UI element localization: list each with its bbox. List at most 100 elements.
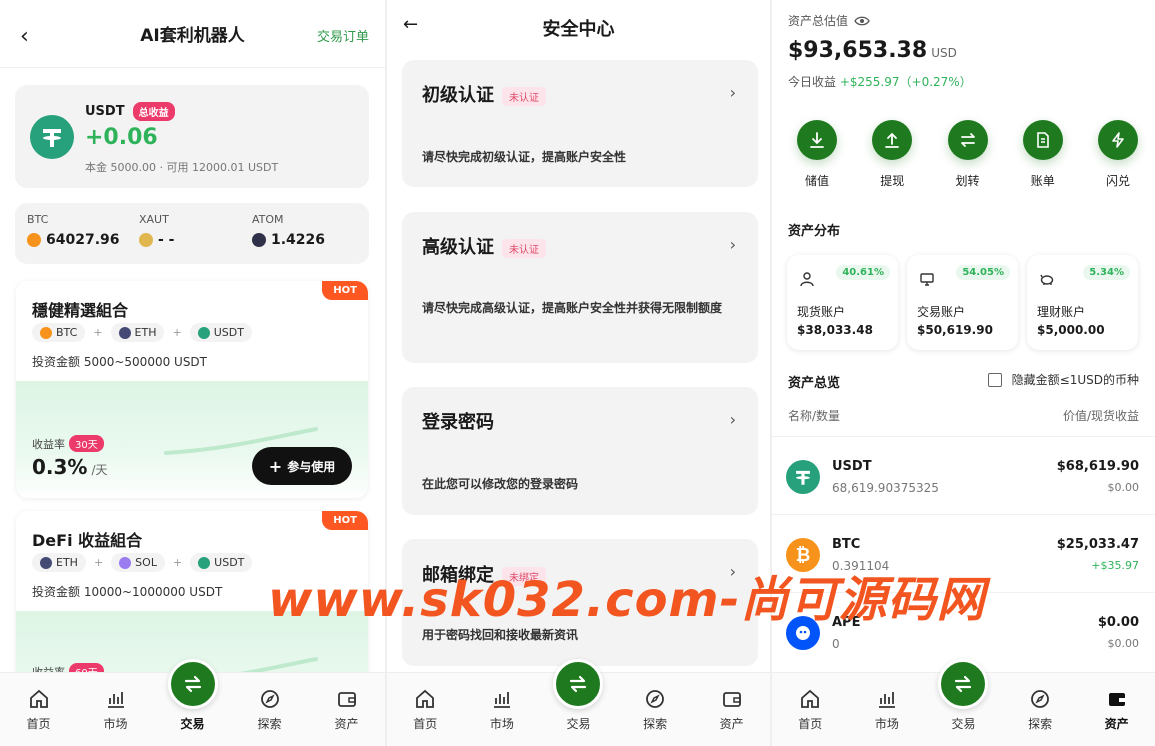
asset-value: $25,033.47: [1056, 537, 1139, 552]
percent-badge: 54.05%: [956, 265, 1010, 280]
transfer-button[interactable]: 划转: [939, 120, 997, 189]
eye-icon[interactable]: [854, 15, 870, 27]
transfer-icon: [947, 120, 988, 160]
watermark-text: www.sk032.com-尚可源码网: [268, 572, 986, 628]
coin-chip: ETH: [32, 553, 86, 572]
nav-label: 资产: [334, 717, 359, 731]
combo-card-stable[interactable]: HOT 穩健精選組合 BTC + ETH + USDT 投资金额 5000~50…: [16, 281, 368, 498]
ticker-btc[interactable]: BTC 64027.96: [27, 213, 120, 248]
action-label: 划转: [955, 174, 980, 188]
nav-market[interactable]: 市场: [849, 673, 926, 746]
nav-market[interactable]: 市场: [77, 673, 154, 746]
asset-quantity: 0: [832, 637, 840, 651]
ticker-name: ATOM: [252, 213, 284, 226]
advanced-verification-card[interactable]: 高级认证 未认证 › 请尽快完成高级认证，提高账户安全性并获得无限制额度: [402, 212, 758, 363]
nav-explore[interactable]: 探索: [1002, 673, 1079, 746]
total-assets-label: 资产总估值: [788, 14, 849, 28]
usdt-icon: [197, 326, 210, 339]
investment-range: 投资金额 5000~500000 USDT: [32, 355, 208, 369]
asset-row-usdt[interactable]: USDT 68,619.90375325 $68,619.90 $0.00: [772, 436, 1155, 514]
overview-title: 资产总览: [788, 376, 841, 391]
combo-name: 穩健精選組合: [32, 301, 129, 320]
ticker-name: BTC: [27, 213, 49, 226]
bill-button[interactable]: 账单: [1014, 120, 1072, 189]
back-arrow-icon[interactable]: ‹: [20, 24, 29, 49]
tether-logo-icon: [786, 460, 820, 494]
card-description: 请尽快完成初级认证，提高账户安全性: [422, 150, 627, 164]
market-chart-icon: [493, 692, 510, 708]
header: ‹ AI套利机器人 交易订单: [0, 0, 385, 68]
earnings-value: +0.06: [85, 125, 158, 150]
trade-swap-icon: [553, 659, 604, 709]
security-center-screen: ← 安全中心 初级认证 未认证 › 请尽快完成初级认证，提高账户安全性 高级认证未…: [387, 0, 770, 746]
hot-badge: HOT: [322, 281, 368, 300]
chip-label: USDT: [213, 326, 244, 339]
btc-icon: [40, 326, 52, 339]
trade-swap-icon: [938, 659, 989, 709]
wealth-account-card[interactable]: 5.34% 理财账户 $5,000.00: [1027, 255, 1138, 350]
nav-assets[interactable]: 资产: [1078, 673, 1155, 746]
status-tag: 未认证: [502, 238, 546, 258]
nav-home[interactable]: 首页: [772, 673, 849, 746]
ticker-xaut[interactable]: XAUT - -: [139, 213, 175, 248]
chip-label: USDT: [214, 556, 245, 569]
nav-label: 市场: [489, 717, 514, 731]
deposit-button[interactable]: 储值: [788, 120, 846, 189]
nav-home[interactable]: 首页: [0, 673, 77, 746]
hide-small-balances-toggle[interactable]: 隐藏金额≤1USD的币种: [987, 371, 1139, 388]
account-value: $50,619.90: [917, 323, 993, 337]
monitor-icon: [920, 273, 934, 286]
rate-label: 收益率: [32, 438, 65, 451]
nav-market[interactable]: 市场: [464, 673, 541, 746]
nav-trade[interactable]: 交易: [540, 659, 617, 746]
quick-actions: 储值 提现 划转 账单 闪兑: [788, 120, 1147, 189]
coin-chip: BTC: [32, 323, 86, 342]
bottom-nav: 首页 市场 交易 探索 资产: [0, 659, 385, 746]
nav-label: 首页: [413, 717, 438, 731]
page-title: 安全中心: [542, 18, 615, 40]
action-label: 闪兑: [1105, 174, 1130, 188]
login-password-card[interactable]: 登录密码 › 在此您可以修改您的登录密码: [402, 387, 758, 515]
back-arrow-icon[interactable]: ←: [403, 14, 418, 35]
nav-label: 市场: [103, 717, 128, 731]
asset-pnl: +$35.97: [1091, 559, 1139, 572]
nav-explore[interactable]: 探索: [617, 673, 694, 746]
flash-swap-button[interactable]: 闪兑: [1089, 120, 1147, 189]
account-name: 现货账户: [797, 305, 846, 319]
ticker-atom[interactable]: ATOM 1.4226: [252, 213, 325, 248]
coin-name: USDT: [85, 104, 125, 119]
today-earnings-label: 今日收益: [788, 75, 837, 89]
piggy-bank-icon: [1040, 274, 1054, 285]
trade-orders-link[interactable]: 交易订单: [317, 26, 369, 45]
combo-coins: ETH + SOL + USDT: [32, 553, 253, 572]
rate-unit: /天: [91, 463, 108, 477]
spot-account-card[interactable]: 40.61% 现货账户 $38,033.48: [787, 255, 898, 350]
trading-account-card[interactable]: 54.05% 交易账户 $50,619.90: [907, 255, 1018, 350]
nav-trade[interactable]: 交易: [154, 659, 231, 746]
card-title: 初级认证: [422, 85, 494, 106]
card-title: 高级认证: [422, 237, 494, 258]
nav-home[interactable]: 首页: [387, 673, 464, 746]
chip-label: ETH: [56, 556, 78, 569]
bottom-nav: 首页 市场 交易 探索 资产: [387, 659, 770, 746]
nav-label: 交易: [951, 717, 976, 731]
nav-assets[interactable]: 资产: [693, 673, 770, 746]
basic-verification-card[interactable]: 初级认证 未认证 › 请尽快完成初级认证，提高账户安全性: [402, 60, 758, 187]
join-button[interactable]: + 参与使用: [252, 447, 352, 485]
total-earnings-badge: 总收益: [132, 102, 175, 121]
withdraw-button[interactable]: 提现: [863, 120, 921, 189]
nav-explore[interactable]: 探索: [231, 673, 308, 746]
asset-value: $68,619.90: [1056, 459, 1139, 474]
ticker-value: 1.4226: [271, 232, 326, 248]
user-icon: [800, 272, 814, 287]
tether-logo-icon: [30, 115, 74, 159]
wallet-icon: [1108, 693, 1125, 706]
nav-assets[interactable]: 资产: [308, 673, 385, 746]
column-header-value: 价值/现货收益: [1062, 409, 1139, 423]
nav-trade[interactable]: 交易: [925, 659, 1002, 746]
coin-chip: SOL: [111, 553, 165, 572]
hot-badge: HOT: [322, 511, 368, 530]
checkbox[interactable]: [987, 372, 1002, 387]
upload-icon: [872, 120, 913, 160]
assets-screen: 资产总估值 $93,653.38 USD 今日收益 +$255.97（+0.27%…: [772, 0, 1155, 746]
